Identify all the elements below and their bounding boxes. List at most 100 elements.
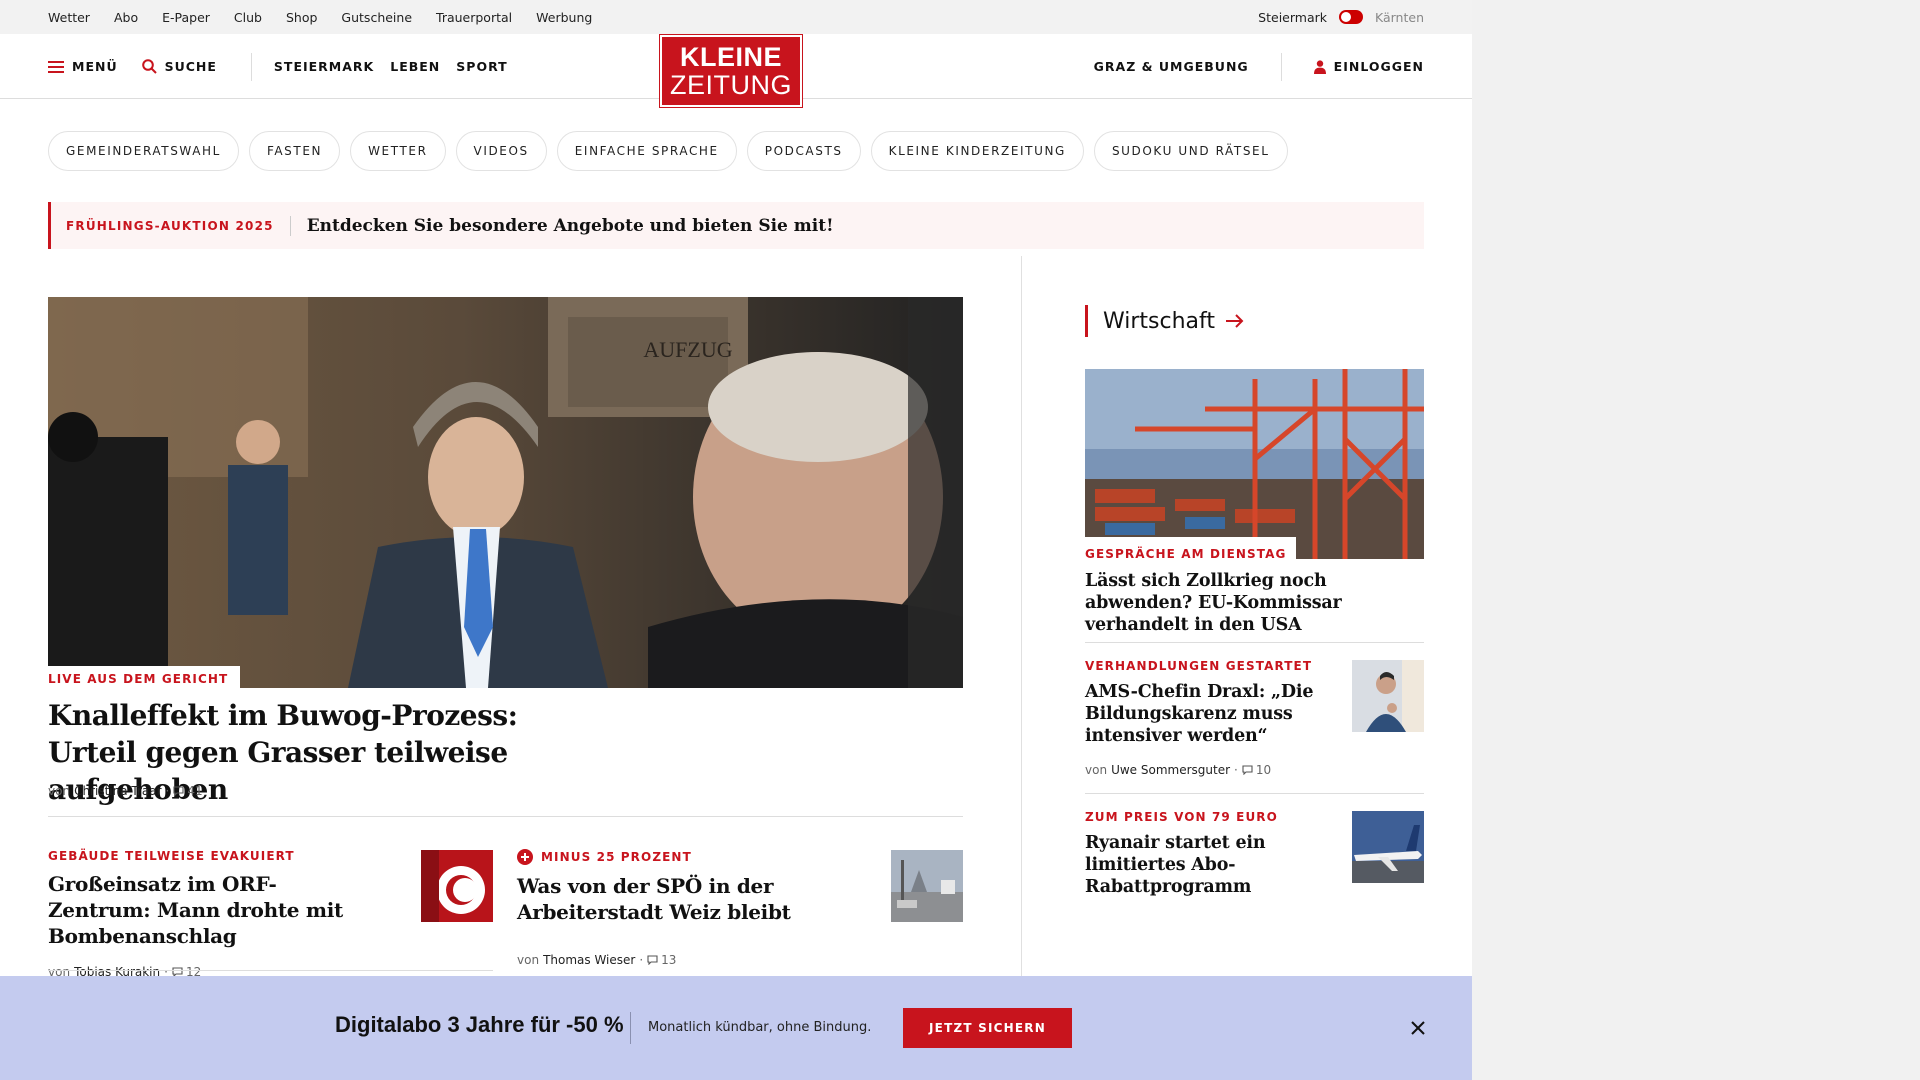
pill-podcasts[interactable]: PODCASTS bbox=[746, 131, 861, 171]
sidebar-item-author[interactable]: Uwe Sommersguter bbox=[1111, 763, 1230, 777]
menu-button[interactable]: MENÜ bbox=[48, 59, 118, 74]
section-wirtschaft-link[interactable]: Wirtschaft bbox=[1085, 305, 1245, 337]
sub-article-spoe[interactable]: MINUS 25 PROZENT Was von der SPÖ in der … bbox=[517, 849, 847, 967]
comment-icon bbox=[173, 786, 184, 796]
nav-sport[interactable]: SPORT bbox=[456, 59, 507, 74]
arrow-right-icon bbox=[1226, 314, 1244, 328]
pill-sudoku[interactable]: SUDOKU UND RÄTSEL bbox=[1093, 131, 1288, 171]
login-button[interactable]: EINLOGGEN bbox=[1313, 59, 1424, 74]
sidebar-item-byline: von Uwe Sommersguter · 10 bbox=[1085, 763, 1330, 777]
sub-headline[interactable]: Großeinsatz im ORF-Zentrum: Mann drohte … bbox=[48, 871, 378, 949]
sub-kicker: MINUS 25 PROZENT bbox=[541, 850, 692, 864]
login-label: EINLOGGEN bbox=[1333, 59, 1424, 74]
header-left: MENÜ SUCHE STEIERMARK LEBEN SPORT bbox=[48, 34, 508, 99]
sidebar-item-ams[interactable]: VERHANDLUNGEN GESTARTET AMS-Chefin Draxl… bbox=[1085, 659, 1330, 777]
util-link-club[interactable]: Club bbox=[234, 10, 262, 25]
sidebar-item-comment-count: 10 bbox=[1255, 763, 1272, 777]
region-steiermark[interactable]: Steiermark bbox=[1258, 10, 1327, 25]
sidebar-top-kicker: GESPRÄCHE AM DIENSTAG bbox=[1085, 547, 1287, 561]
pill-wetter[interactable]: WETTER bbox=[350, 131, 446, 171]
logo-line-2: ZEITUNG bbox=[670, 70, 792, 100]
sidebar-item-comments[interactable]: 10 bbox=[1242, 763, 1271, 777]
util-link-gutscheine[interactable]: Gutscheine bbox=[341, 10, 412, 25]
sidebar-item-headline[interactable]: Ryanair startet ein limitiertes Abo-Raba… bbox=[1085, 832, 1305, 898]
header-divider bbox=[250, 52, 252, 81]
promo-text: Entdecken Sie besondere Angebote und bie… bbox=[306, 215, 834, 236]
lead-byline: von Christina Traar · 41 bbox=[48, 784, 203, 798]
util-link-shop[interactable]: Shop bbox=[286, 10, 317, 25]
utility-bar: Wetter Abo E-Paper Club Shop Gutscheine … bbox=[0, 0, 1472, 34]
promo-tag: FRÜHLINGS-AUKTION 2025 bbox=[51, 215, 291, 236]
close-banner-button[interactable] bbox=[1407, 1017, 1429, 1039]
menu-label: MENÜ bbox=[72, 59, 118, 74]
plus-badge-icon bbox=[517, 849, 533, 865]
ams-thumb-image bbox=[1352, 660, 1424, 732]
util-link-trauerportal[interactable]: Trauerportal bbox=[436, 10, 512, 25]
banner-subtext: Monatlich kündbar, ohne Bindung. bbox=[648, 1020, 872, 1035]
sidebar-top-image[interactable] bbox=[1085, 369, 1424, 559]
nav-leben[interactable]: LEBEN bbox=[390, 59, 440, 74]
sub-article-spoe-thumb[interactable] bbox=[891, 850, 963, 922]
orf-thumb-image bbox=[421, 850, 493, 922]
comment-icon bbox=[647, 955, 658, 965]
sidebar-item-headline[interactable]: AMS-Chefin Draxl: „Die Bildungskarenz mu… bbox=[1085, 681, 1330, 747]
comment-icon bbox=[1242, 765, 1253, 775]
sidebar-item-ryanair[interactable]: ZUM PREIS VON 79 EURO Ryanair startet ei… bbox=[1085, 810, 1305, 898]
sidebar-item-ryanair-thumb[interactable] bbox=[1352, 811, 1424, 883]
pill-videos[interactable]: VIDEOS bbox=[455, 131, 547, 171]
region-link[interactable]: GRAZ & UMGEBUNG bbox=[1094, 59, 1249, 74]
utility-links: Wetter Abo E-Paper Club Shop Gutscheine … bbox=[48, 0, 592, 34]
byline-von: von bbox=[48, 784, 71, 798]
sub-byline: von Thomas Wieser · 13 bbox=[517, 953, 847, 967]
region-kaernten[interactable]: Kärnten bbox=[1375, 10, 1424, 25]
util-link-wetter[interactable]: Wetter bbox=[48, 10, 90, 25]
search-label: SUCHE bbox=[164, 59, 217, 74]
region-switch: Steiermark Kärnten bbox=[1258, 0, 1424, 34]
lead-comments[interactable]: 41 bbox=[173, 784, 203, 798]
sub-article-orf[interactable]: GEBÄUDE TEILWEISE EVAKUIERT Großeinsatz … bbox=[48, 849, 378, 979]
byline-von: von bbox=[1085, 763, 1108, 777]
lead-article-image[interactable]: AUFZUG bbox=[48, 297, 963, 688]
pill-einfache-sprache[interactable]: EINFACHE SPRACHE bbox=[556, 131, 737, 171]
byline-dot: · bbox=[165, 784, 170, 798]
sidebar-item-kicker: ZUM PREIS VON 79 EURO bbox=[1085, 810, 1278, 824]
nav-steiermark[interactable]: STEIERMARK bbox=[274, 59, 374, 74]
banner-divider bbox=[630, 1012, 631, 1044]
sub-article-orf-thumb[interactable] bbox=[421, 850, 493, 922]
close-icon bbox=[1411, 1021, 1425, 1035]
search-button[interactable]: SUCHE bbox=[141, 59, 217, 74]
page: Wetter Abo E-Paper Club Shop Gutscheine … bbox=[0, 0, 1472, 1080]
sub-author[interactable]: Thomas Wieser bbox=[543, 953, 635, 967]
sidebar-top-headline[interactable]: Lässt sich Zollkrieg noch abwenden? EU-K… bbox=[1085, 570, 1424, 636]
lead-photo-sign: AUFZUG bbox=[643, 337, 732, 362]
byline-dot: · bbox=[639, 953, 644, 967]
search-icon bbox=[141, 59, 157, 74]
site-logo[interactable]: KLEINE ZEITUNG bbox=[660, 35, 802, 107]
pill-kinderzeitung[interactable]: KLEINE KINDERZEITUNG bbox=[870, 131, 1084, 171]
sidebar-item-ams-thumb[interactable] bbox=[1352, 660, 1424, 732]
harbor-crane-image bbox=[1085, 369, 1424, 559]
region-toggle[interactable] bbox=[1339, 10, 1363, 24]
column-divider bbox=[1021, 256, 1022, 976]
lead-author[interactable]: Christina Traar bbox=[74, 784, 161, 798]
sub-comments[interactable]: 13 bbox=[647, 953, 676, 967]
pill-fasten[interactable]: FASTEN bbox=[248, 131, 341, 171]
promo-banner[interactable]: FRÜHLINGS-AUKTION 2025 Entdecken Sie bes… bbox=[48, 202, 1424, 249]
main-header: MENÜ SUCHE STEIERMARK LEBEN SPORT KLEINE… bbox=[0, 34, 1472, 107]
sidebar-divider bbox=[1085, 642, 1424, 643]
util-link-epaper[interactable]: E-Paper bbox=[162, 10, 210, 25]
subscribe-button[interactable]: JETZT SICHERN bbox=[903, 1008, 1072, 1048]
sub-kicker-row: MINUS 25 PROZENT bbox=[517, 849, 847, 865]
topic-pills: GEMEINDERATSWAHL FASTEN WETTER VIDEOS EI… bbox=[48, 131, 1288, 171]
sub-headline[interactable]: Was von der SPÖ in der Arbeiterstadt Wei… bbox=[517, 873, 847, 925]
lead-divider bbox=[48, 816, 963, 817]
util-link-werbung[interactable]: Werbung bbox=[536, 10, 592, 25]
sub-kicker: GEBÄUDE TEILWEISE EVAKUIERT bbox=[48, 849, 295, 863]
lead-comment-count: 41 bbox=[187, 784, 203, 798]
weiz-thumb-image bbox=[891, 850, 963, 922]
subscription-banner: Digitalabo 3 Jahre für -50 % Monatlich k… bbox=[0, 976, 1472, 1080]
lead-kicker: LIVE AUS DEM GERICHT bbox=[48, 666, 241, 690]
pill-gemeinderatswahl[interactable]: GEMEINDERATSWAHL bbox=[48, 131, 239, 171]
util-link-abo[interactable]: Abo bbox=[114, 10, 138, 25]
lead-photo: AUFZUG bbox=[48, 297, 963, 688]
